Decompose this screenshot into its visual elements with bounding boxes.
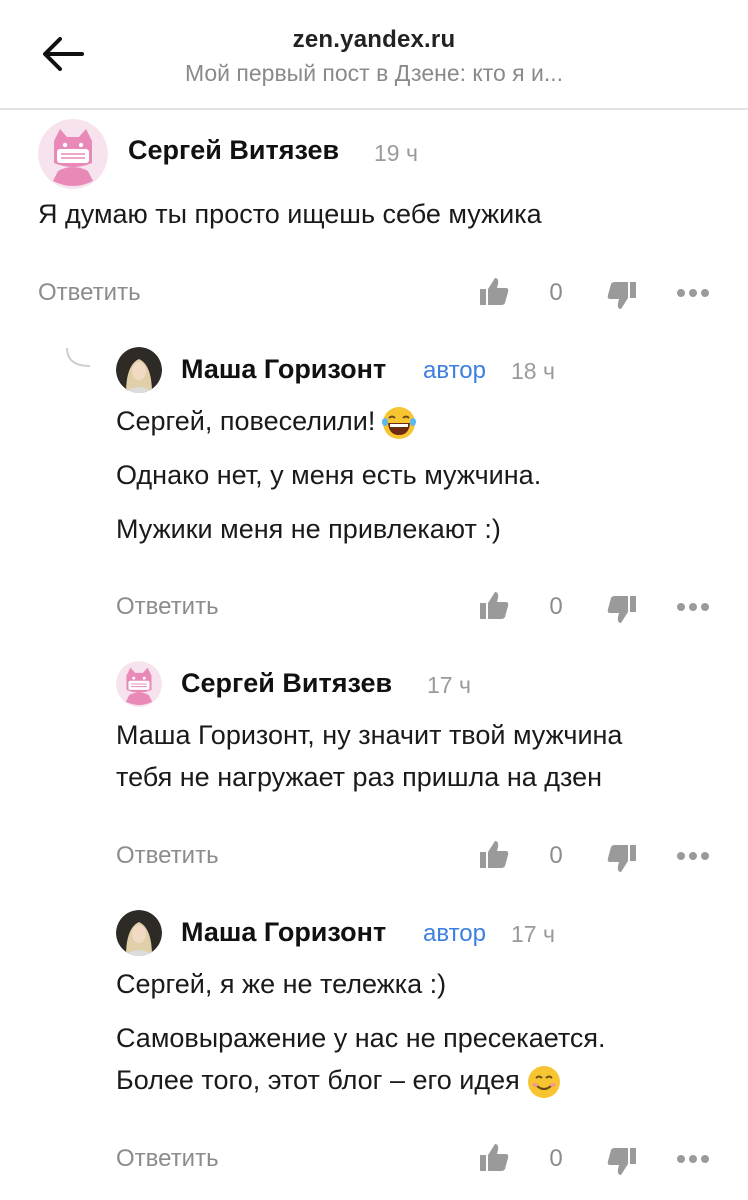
like-count: 0	[549, 842, 563, 869]
site-domain: zen.yandex.ru	[292, 26, 456, 53]
author-badge: автор	[423, 357, 486, 384]
more-dots-icon[interactable]	[676, 1154, 710, 1164]
more-dots-icon[interactable]	[676, 851, 710, 861]
like-count: 0	[549, 279, 563, 306]
reply-button[interactable]: Ответить	[38, 279, 141, 307]
reply-button[interactable]: Ответить	[116, 842, 219, 870]
thumb-down-icon[interactable]	[606, 594, 638, 626]
cat-mask-avatar-icon	[116, 661, 162, 707]
reply-button[interactable]: Ответить	[116, 593, 219, 621]
comment-author[interactable]: Маша Горизонт	[181, 354, 386, 385]
comment-text-line: Маша Горизонт, ну значит твой мужчина	[116, 720, 623, 750]
comment-author[interactable]: Сергей Витязев	[181, 668, 392, 699]
like-count: 0	[549, 593, 563, 620]
author-badge: автор	[423, 920, 486, 947]
comment-time: 18 ч	[511, 358, 555, 384]
comment-text-line: Более того, этот блог – его идея	[116, 1059, 562, 1101]
thumb-up-icon[interactable]	[478, 589, 510, 621]
cat-mask-avatar-icon	[38, 119, 108, 189]
thumb-up-icon[interactable]	[478, 1141, 510, 1173]
more-dots-icon[interactable]	[676, 288, 710, 298]
thumb-down-icon[interactable]	[606, 1146, 638, 1178]
comment-text-line: Я думаю ты просто ищешь себе мужика	[38, 199, 542, 229]
comment-author[interactable]: Сергей Витязев	[128, 135, 339, 166]
comment-author[interactable]: Маша Горизонт	[181, 917, 386, 948]
like-count: 0	[549, 1145, 563, 1172]
comment-text-line: Мужики меня не привлекают :)	[116, 514, 501, 544]
comment-time: 17 ч	[427, 672, 471, 698]
laughing-emoji-icon	[382, 406, 417, 439]
comment-text-line: тебя не нагружает раз пришла на дзен	[116, 762, 602, 792]
comment-text-line: Сергей, повеселили!	[116, 400, 417, 442]
reply-thread-icon	[66, 347, 91, 367]
avatar[interactable]	[38, 119, 108, 189]
avatar[interactable]	[116, 661, 162, 707]
user-photo-avatar-icon	[116, 910, 162, 956]
user-photo-avatar-icon	[116, 347, 162, 393]
comment-time: 17 ч	[511, 921, 555, 947]
top-bar: zen.yandex.ru Мой первый пост в Дзене: к…	[0, 0, 748, 110]
smiling-emoji-icon	[527, 1065, 560, 1098]
comment-text-span: Сергей, повеселили!	[116, 406, 376, 436]
thumb-up-icon[interactable]	[478, 838, 510, 870]
comment-text-line: Сергей, я же не тележка :)	[116, 969, 447, 999]
thumb-up-icon[interactable]	[478, 275, 510, 307]
comment-text-line: Однако нет, у меня есть мужчина.	[116, 460, 542, 490]
avatar[interactable]	[116, 347, 162, 393]
more-dots-icon[interactable]	[676, 602, 710, 612]
page-title: Мой первый пост в Дзене: кто я и...	[184, 60, 564, 86]
avatar[interactable]	[116, 910, 162, 956]
comment-text-span: Более того, этот блог – его идея	[116, 1065, 520, 1095]
comment-time: 19 ч	[374, 140, 418, 166]
thumb-down-icon[interactable]	[606, 280, 638, 312]
thumb-down-icon[interactable]	[606, 843, 638, 875]
comment-text-line: Самовыражение у нас не пресекается.	[116, 1023, 606, 1053]
reply-button[interactable]: Ответить	[116, 1145, 219, 1173]
